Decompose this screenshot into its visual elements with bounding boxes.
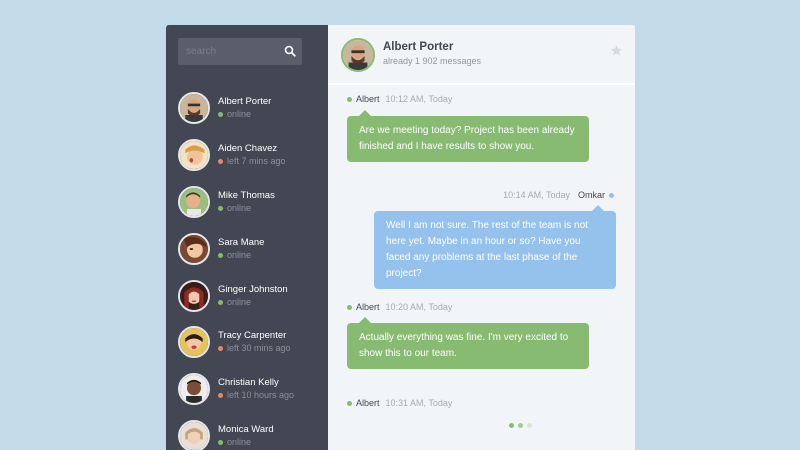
message-author: Albert bbox=[356, 398, 380, 408]
avatar bbox=[178, 139, 210, 172]
search-box bbox=[178, 38, 302, 65]
contact-status: left 30 mins ago bbox=[227, 343, 291, 354]
message-time: 10:31 AM, Today bbox=[385, 398, 453, 408]
avatar bbox=[178, 373, 210, 406]
avatar bbox=[178, 232, 210, 265]
contact-status: online bbox=[227, 249, 252, 260]
contact-name: Monica Ward bbox=[218, 423, 274, 435]
away-status-dot bbox=[218, 346, 223, 352]
online-status-dot bbox=[218, 439, 223, 445]
contacts-sidebar: Albert Porter online Aiden Chavez left 7… bbox=[166, 25, 328, 450]
contact-list: Albert Porter online Aiden Chavez left 7… bbox=[166, 85, 328, 450]
chat-panel: Albert Porter already 1 902 messages Alb… bbox=[328, 25, 635, 450]
contact-status: online bbox=[227, 109, 252, 120]
message-time: 10:14 AM, Today bbox=[503, 190, 570, 200]
contact-name: Albert Porter bbox=[218, 96, 272, 108]
contact-name: Aiden Chavez bbox=[218, 143, 278, 155]
contact-item-mike-thomas[interactable]: Mike Thomas online bbox=[166, 179, 328, 226]
contact-item-tracy-carpenter[interactable]: Tracy Carpenter left 30 mins ago bbox=[166, 319, 328, 366]
online-status-dot bbox=[347, 400, 352, 406]
contact-status: online bbox=[227, 202, 252, 213]
contact-name: Tracy Carpenter bbox=[218, 330, 287, 342]
message-meta: Albert 10:31 AM, Today bbox=[347, 398, 452, 408]
contact-name: Christian Kelly bbox=[218, 377, 279, 389]
message-author: Omkar bbox=[578, 190, 605, 200]
contact-item-monica-ward[interactable]: Monica Ward online bbox=[166, 413, 328, 450]
message-time: 10:20 AM, Today bbox=[385, 302, 453, 312]
typing-indicator bbox=[509, 423, 532, 428]
avatar bbox=[178, 326, 210, 359]
contact-name: Mike Thomas bbox=[218, 189, 275, 201]
star-icon[interactable] bbox=[610, 44, 623, 57]
chat-contact-name: Albert Porter bbox=[383, 41, 454, 53]
contact-item-ginger-johnston[interactable]: Ginger Johnston online bbox=[166, 272, 328, 319]
message-author: Albert bbox=[356, 94, 380, 104]
contact-status: left 10 hours ago bbox=[227, 390, 295, 401]
contact-item-sara-mane[interactable]: Sara Mane online bbox=[166, 225, 328, 272]
contact-status: left 7 mins ago bbox=[227, 156, 286, 167]
typing-dot bbox=[527, 423, 532, 428]
online-status-dot bbox=[347, 96, 352, 102]
message-count: already 1 902 messages bbox=[383, 56, 482, 66]
online-status-dot bbox=[218, 252, 223, 258]
message-author: Albert bbox=[356, 302, 380, 312]
online-status-dot bbox=[609, 192, 614, 198]
contact-status: online bbox=[227, 436, 252, 447]
contact-item-christian-kelly[interactable]: Christian Kelly left 10 hours ago bbox=[166, 366, 328, 413]
chat-app: Albert Porter online Aiden Chavez left 7… bbox=[166, 25, 635, 450]
message-bubble: Are we meeting today? Project has been a… bbox=[347, 110, 589, 162]
typing-dot bbox=[509, 423, 514, 428]
contact-item-aiden-chavez[interactable]: Aiden Chavez left 7 mins ago bbox=[166, 132, 328, 179]
message-bubble: Well I am not sure. The rest of the team… bbox=[374, 205, 616, 289]
search-icon[interactable] bbox=[284, 45, 296, 57]
avatar bbox=[178, 92, 210, 125]
avatar bbox=[178, 185, 210, 218]
away-status-dot bbox=[218, 159, 223, 165]
typing-dot bbox=[518, 423, 523, 428]
avatar bbox=[178, 279, 210, 312]
message-meta: Albert 10:12 AM, Today bbox=[347, 94, 452, 104]
chat-header: Albert Porter already 1 902 messages bbox=[328, 25, 635, 85]
contact-name: Ginger Johnston bbox=[218, 283, 288, 295]
message-bubble: Actually everything was fine. I'm very e… bbox=[347, 317, 589, 369]
online-status-dot bbox=[218, 205, 223, 211]
message-meta: Albert 10:20 AM, Today bbox=[347, 302, 452, 312]
avatar bbox=[178, 419, 210, 450]
online-status-dot bbox=[218, 299, 223, 305]
online-status-dot bbox=[347, 304, 352, 310]
message-time: 10:12 AM, Today bbox=[385, 94, 453, 104]
contact-name: Sara Mane bbox=[218, 236, 265, 248]
contact-item-albert-porter[interactable]: Albert Porter online bbox=[166, 85, 328, 132]
avatar bbox=[341, 38, 375, 72]
online-status-dot bbox=[218, 112, 223, 118]
contact-status: online bbox=[227, 296, 252, 307]
away-status-dot bbox=[218, 393, 223, 399]
message-meta: 10:14 AM, Today Omkar bbox=[503, 190, 614, 200]
